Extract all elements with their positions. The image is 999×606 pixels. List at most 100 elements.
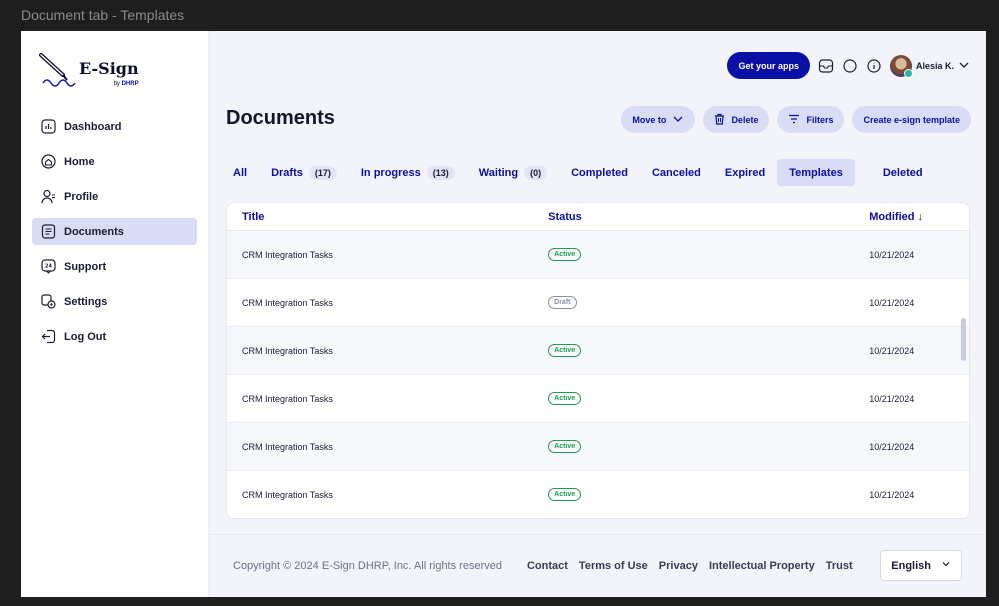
footer-link-trust[interactable]: Trust xyxy=(826,560,853,572)
row-title: CRM Integration Tasks xyxy=(242,393,333,404)
main-content: Get your apps Alesia K. Documents Move t… xyxy=(209,31,986,597)
column-title[interactable]: Title xyxy=(227,211,548,223)
user-name: Alesia K. xyxy=(915,60,954,71)
row-title: CRM Integration Tasks xyxy=(242,441,333,452)
move-to-button[interactable]: Move to xyxy=(621,106,696,133)
sidebar-item-label: Dashboard xyxy=(64,120,122,133)
footer-link-ip[interactable]: Intellectual Property xyxy=(709,560,815,572)
count-badge: (17) xyxy=(308,165,337,180)
tab-canceled[interactable]: Canceled xyxy=(640,159,713,186)
tab-all[interactable]: All xyxy=(221,159,259,186)
pen-logo-icon xyxy=(39,53,76,87)
avatar xyxy=(889,54,913,78)
chevron-down-icon xyxy=(941,559,951,572)
column-status[interactable]: Status xyxy=(548,211,869,223)
sidebar-item-settings[interactable]: Settings xyxy=(32,288,197,315)
table-body: CRM Integration Tasks Active 10/21/2024 … xyxy=(227,231,969,518)
table-row[interactable]: CRM Integration Tasks Active 10/21/2024 xyxy=(227,327,969,375)
sidebar-item-label: Documents xyxy=(64,225,124,238)
filters-button[interactable]: Filters xyxy=(777,106,845,133)
support-icon: 24 xyxy=(40,259,56,275)
row-title: CRM Integration Tasks xyxy=(242,297,333,308)
footer-link-privacy[interactable]: Privacy xyxy=(659,560,698,572)
status-badge: Active xyxy=(548,488,582,501)
status-badge: Active xyxy=(548,344,582,357)
table-scrollbar[interactable] xyxy=(961,318,966,361)
sidebar-item-label: Support xyxy=(64,260,107,273)
table-row[interactable]: CRM Integration Tasks Active 10/21/2024 xyxy=(227,423,969,471)
get-apps-button[interactable]: Get your apps xyxy=(727,52,810,79)
sidebar-item-logout[interactable]: Log Out xyxy=(32,323,197,350)
inbox-icon[interactable] xyxy=(818,58,834,74)
arrow-down-icon: ↓ xyxy=(917,210,924,223)
row-title: CRM Integration Tasks xyxy=(242,489,333,500)
tab-waiting[interactable]: Waiting (0) xyxy=(467,159,559,186)
search-icon[interactable] xyxy=(842,58,858,74)
chevron-down-icon xyxy=(672,113,684,127)
create-template-button[interactable]: Create e-sign template xyxy=(852,106,971,133)
status-badge: Active xyxy=(548,440,582,453)
footer: Copyright © 2024 E-Sign DHRP, Inc. All r… xyxy=(209,534,986,597)
sidebar: E-Sign by DHRP Dashboard Home Profile Do… xyxy=(21,31,209,597)
status-badge: Active xyxy=(548,392,582,405)
document-tabs: All Drafts (17) In progress (13) Waiting (0… xyxy=(221,159,935,186)
sidebar-item-support[interactable]: 24 Support xyxy=(32,253,197,280)
svg-text:24: 24 xyxy=(45,264,52,270)
row-modified: 10/21/2024 xyxy=(869,249,915,260)
tab-drafts[interactable]: Drafts (17) xyxy=(259,159,349,186)
logo[interactable]: E-Sign by DHRP xyxy=(21,51,208,103)
row-modified: 10/21/2024 xyxy=(869,297,915,308)
table-header: Title Status Modified ↓ xyxy=(227,203,969,231)
window-title: Document tab - Templates xyxy=(21,7,185,23)
table-row[interactable]: CRM Integration Tasks Active 10/21/2024 xyxy=(227,375,969,423)
row-title: CRM Integration Tasks xyxy=(242,345,333,356)
status-badge: Draft xyxy=(548,296,577,309)
delete-button[interactable]: Delete xyxy=(703,106,770,133)
brand-by: by DHRP xyxy=(113,81,139,87)
logout-icon xyxy=(40,329,56,345)
chevron-down-icon xyxy=(958,59,970,73)
column-modified[interactable]: Modified ↓ xyxy=(869,211,969,223)
language-select[interactable]: English xyxy=(880,550,962,581)
trash-icon xyxy=(714,113,725,127)
count-badge: (0) xyxy=(524,165,548,180)
info-icon[interactable] xyxy=(866,58,882,74)
sidebar-item-profile[interactable]: Profile xyxy=(32,183,197,210)
sidebar-item-label: Home xyxy=(64,155,95,168)
row-modified: 10/21/2024 xyxy=(869,441,915,452)
documents-icon xyxy=(40,224,56,240)
sidebar-item-label: Log Out xyxy=(64,330,107,343)
row-modified: 10/21/2024 xyxy=(869,345,915,356)
copyright: Copyright © 2024 E-Sign DHRP, Inc. All r… xyxy=(233,560,502,572)
toolbar: Move to Delete Filters Create e-sign tem… xyxy=(621,106,971,133)
settings-icon xyxy=(40,294,56,310)
tab-expired[interactable]: Expired xyxy=(713,159,777,186)
tab-deleted[interactable]: Deleted xyxy=(855,159,935,186)
profile-icon xyxy=(40,189,56,205)
documents-table: Title Status Modified ↓ CRM Integration … xyxy=(226,202,970,519)
home-icon xyxy=(40,154,56,170)
footer-link-contact[interactable]: Contact xyxy=(527,560,568,572)
status-badge: Active xyxy=(548,248,582,261)
footer-link-terms[interactable]: Terms of Use xyxy=(579,560,648,572)
row-title: CRM Integration Tasks xyxy=(242,249,333,260)
row-modified: 10/21/2024 xyxy=(869,393,915,404)
sidebar-item-home[interactable]: Home xyxy=(32,148,197,175)
table-row[interactable]: CRM Integration Tasks Draft 10/21/2024 xyxy=(227,279,969,327)
topbar: Get your apps Alesia K. xyxy=(727,52,970,79)
tab-completed[interactable]: Completed xyxy=(559,159,640,186)
page-title: Documents xyxy=(226,107,335,129)
brand-name: E-Sign xyxy=(79,59,139,78)
sidebar-item-dashboard[interactable]: Dashboard xyxy=(32,113,197,140)
tab-in-progress[interactable]: In progress (13) xyxy=(349,159,467,186)
dashboard-icon xyxy=(40,119,56,135)
table-row[interactable]: CRM Integration Tasks Active 10/21/2024 xyxy=(227,471,969,518)
filter-icon xyxy=(788,114,800,126)
user-menu[interactable]: Alesia K. xyxy=(889,54,970,78)
count-badge: (13) xyxy=(426,165,455,180)
table-row[interactable]: CRM Integration Tasks Active 10/21/2024 xyxy=(227,231,969,279)
row-modified: 10/21/2024 xyxy=(869,489,915,500)
sidebar-item-documents[interactable]: Documents xyxy=(32,218,197,245)
sidebar-item-label: Settings xyxy=(64,295,108,308)
tab-templates[interactable]: Templates xyxy=(777,159,855,186)
